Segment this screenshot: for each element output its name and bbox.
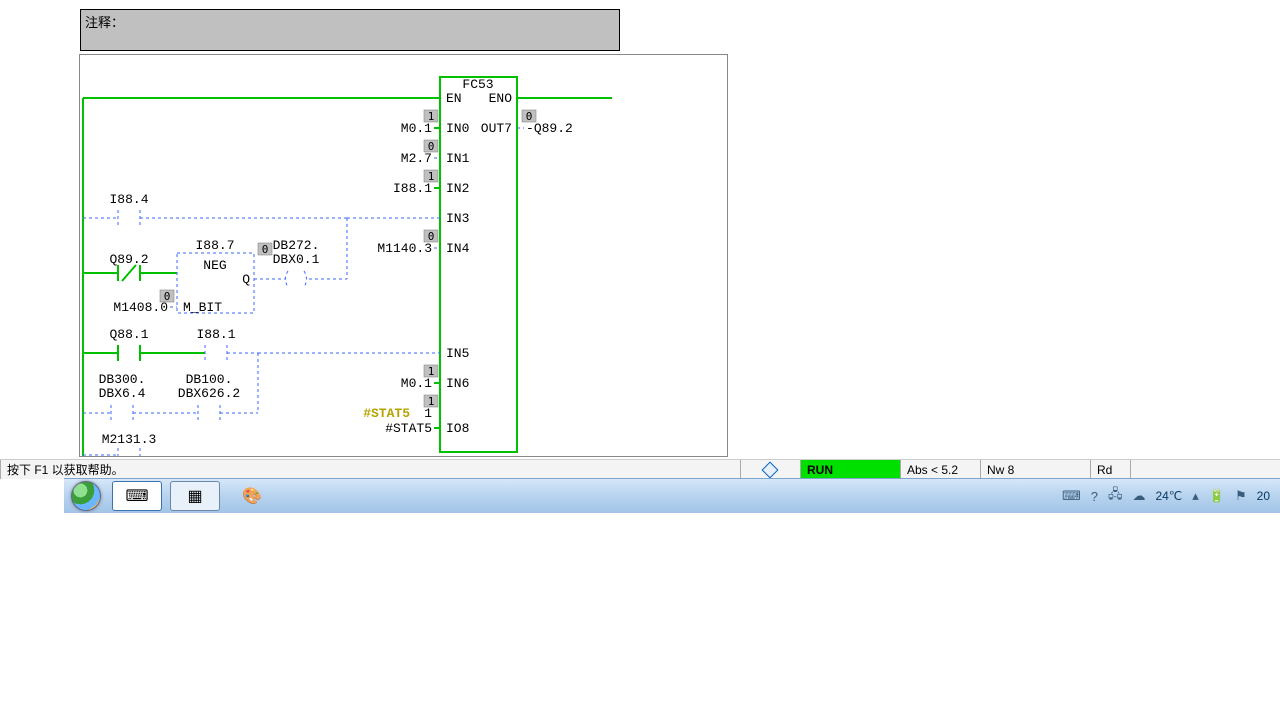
contact-i881: I88.1 [196,327,235,342]
db300-b: DBX6.4 [99,386,146,401]
neg-label: NEG [203,258,226,273]
addr-in4: M1140.3 [377,241,432,256]
contact-i884: I88.4 [109,192,148,207]
paint-icon: 🎨 [242,486,262,506]
neg-q: Q [242,272,250,287]
pin-in6: IN6 [446,376,469,391]
state-io8: 1 [428,395,435,408]
diamond-icon [761,461,778,478]
pin-en: EN [446,91,462,106]
ladder-diagram[interactable]: .on{stroke:#00c000;stroke-width:2;fill:n… [80,55,727,456]
pin-in4: IN4 [446,241,470,256]
pin-in1: IN1 [446,151,470,166]
start-button[interactable] [64,479,108,513]
status-nw: Nw 8 [980,460,1090,479]
flag-icon[interactable]: ⚑ [1235,488,1247,504]
addr-out7: -Q89.2 [526,121,573,136]
status-diamond [740,460,800,479]
db272-a: DB272. [273,238,320,253]
state-out7: 0 [526,110,533,123]
windows-logo-icon [71,481,101,511]
pin-in5: IN5 [446,346,469,361]
extra-io8: 1 [424,406,432,421]
plc-editor-icon: ▦ [187,486,202,506]
state-in4: 0 [428,230,435,243]
temperature: 24℃ [1155,489,1182,503]
state-in1: 0 [428,140,435,153]
state-m1408: 0 [164,290,171,303]
state-db272: 0 [262,243,269,256]
db100-b: DBX626.2 [178,386,240,401]
db272-b: DBX0.1 [273,252,320,267]
brush-icon: ⌨ [125,486,148,506]
network-icon[interactable]: 🖧 [1108,485,1123,507]
contact-m2131: M2131.3 [102,432,157,447]
addr-in2: I88.1 [393,181,432,196]
pin-in3: IN3 [446,211,469,226]
contact-q892: Q89.2 [109,252,148,267]
comment-box[interactable]: 注释： [80,9,620,51]
status-help: 按下 F1 以获取帮助。 [0,460,740,479]
stat5-label: #STAT5 [363,406,410,421]
chevron-up-icon[interactable]: ▴ [1192,488,1199,504]
contact-q881: Q88.1 [109,327,148,342]
state-in0: 1 [428,110,435,123]
state-in2: 1 [428,170,435,183]
help-icon[interactable]: ? [1091,489,1098,504]
pin-in0: IN0 [446,121,469,136]
taskbar-app-3[interactable]: 🎨 [228,482,276,510]
status-run: RUN [800,460,900,479]
battery-icon[interactable]: 🔋 [1209,488,1225,504]
status-abs: Abs < 5.2 [900,460,980,479]
pin-io8: IO8 [446,421,469,436]
pin-out7: OUT7 [481,121,512,136]
addr-in1: M2.7 [401,151,432,166]
addr-in6: M0.1 [401,376,432,391]
system-tray[interactable]: ⌨ ? 🖧 ☁ 24℃ ▴ 🔋 ⚑ 20 [1062,485,1280,507]
neg-mbit: M_BIT [183,300,222,315]
keyboard-icon[interactable]: ⌨ [1062,488,1081,504]
weather-icon[interactable]: ☁ [1132,488,1145,504]
db100-a: DB100. [186,372,233,387]
taskbar[interactable]: ⌨ ▦ 🎨 ⌨ ? 🖧 ☁ 24℃ ▴ 🔋 ⚑ 20 [64,478,1280,513]
status-tail [1130,460,1280,479]
network-frame: .on{stroke:#00c000;stroke-width:2;fill:n… [79,54,728,457]
addr-in0: M0.1 [401,121,432,136]
addr-io8: #STAT5 [385,421,432,436]
comment-label: 注释： [85,15,124,30]
state-in6: 1 [428,365,435,378]
taskbar-app-1[interactable]: ⌨ [112,481,162,511]
block-name: FC53 [462,77,493,92]
taskbar-app-2[interactable]: ▦ [170,481,220,511]
status-rd: Rd [1090,460,1130,479]
db300-a: DB300. [99,372,146,387]
pin-eno: ENO [489,91,513,106]
pin-in2: IN2 [446,181,469,196]
status-bar: 按下 F1 以获取帮助。 RUN Abs < 5.2 Nw 8 Rd [0,459,1280,479]
clock-fragment: 20 [1257,489,1270,503]
neg-title: I88.7 [195,238,234,253]
